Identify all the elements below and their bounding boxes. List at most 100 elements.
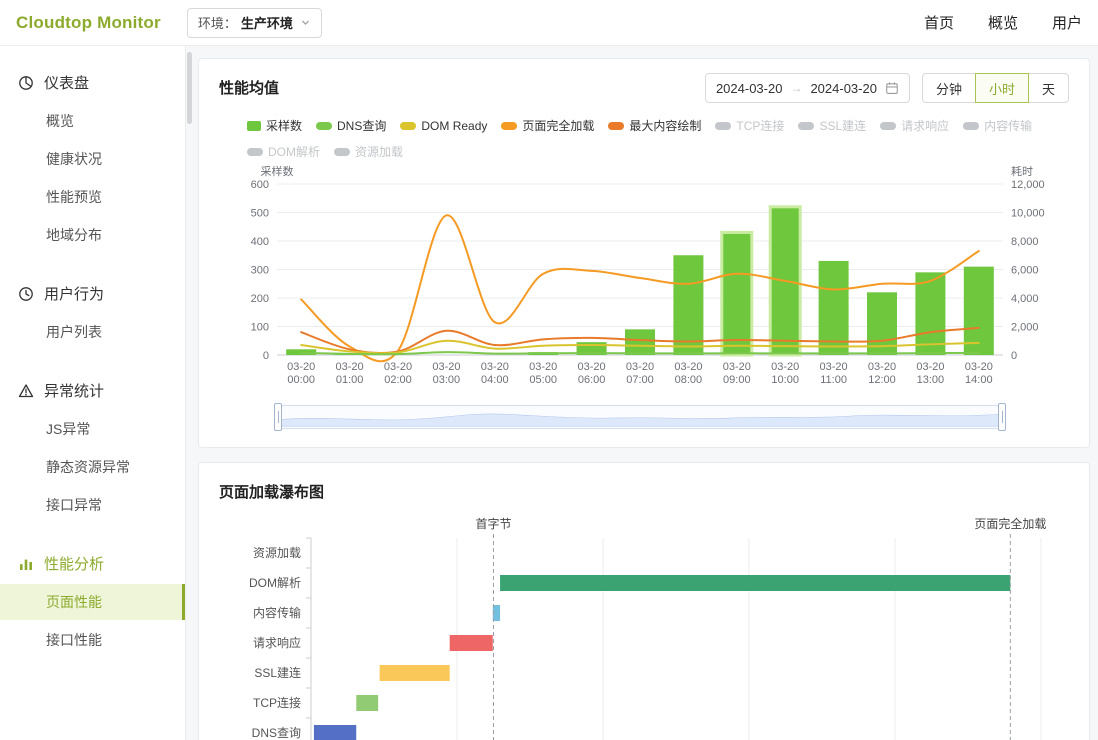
legend-label: SSL建连 bbox=[819, 117, 866, 134]
svg-text:03-2014:00: 03-2014:00 bbox=[965, 361, 993, 386]
sidebar-group-user-behavior[interactable]: 用户行为 bbox=[0, 275, 185, 312]
legend-label: TCP连接 bbox=[736, 117, 784, 134]
svg-text:TCP连接: TCP连接 bbox=[253, 695, 301, 710]
chart-datazoom-slider[interactable] bbox=[277, 405, 1003, 429]
legend-marker bbox=[880, 122, 896, 130]
svg-text:600: 600 bbox=[251, 179, 269, 191]
sidebar-item-page-performance[interactable]: 页面性能 bbox=[0, 584, 185, 620]
nav-home[interactable]: 首页 bbox=[924, 12, 954, 33]
sidebar-group-label: 异常统计 bbox=[44, 380, 104, 401]
legend-marker bbox=[963, 122, 979, 130]
app-logo: Cloudtop Monitor bbox=[16, 13, 161, 33]
legend-marker bbox=[715, 122, 731, 130]
legend-item-page-full-load[interactable]: 页面完全加载 bbox=[501, 117, 594, 134]
svg-text:03-2004:00: 03-2004:00 bbox=[481, 361, 509, 386]
datazoom-right-handle[interactable] bbox=[998, 403, 1006, 431]
sidebar-item-overview[interactable]: 概览 bbox=[0, 103, 185, 139]
environment-select[interactable]: 环境： 生产环境 bbox=[187, 8, 322, 38]
sidebar-group-perf-analysis[interactable]: 性能分析 bbox=[0, 545, 185, 582]
legend-label: 最大内容绘制 bbox=[629, 117, 701, 134]
svg-text:03-2003:00: 03-2003:00 bbox=[432, 361, 460, 386]
sidebar-group-label: 性能分析 bbox=[44, 553, 104, 574]
legend-item-sample-count[interactable]: 采样数 bbox=[247, 117, 302, 134]
performance-average-card: 性能均值 2024-03-20 → 2024-03-20 分钟 小时 天 bbox=[198, 58, 1090, 448]
svg-text:03-2012:00: 03-2012:00 bbox=[868, 361, 896, 386]
granularity-day-button[interactable]: 天 bbox=[1028, 73, 1069, 103]
svg-text:03-2013:00: 03-2013:00 bbox=[916, 361, 944, 386]
sidebar-group-error-stats[interactable]: 异常统计 bbox=[0, 372, 185, 409]
svg-text:资源加载: 资源加载 bbox=[253, 546, 301, 560]
sidebar-item-user-list[interactable]: 用户列表 bbox=[0, 314, 185, 350]
svg-text:03-2005:00: 03-2005:00 bbox=[529, 361, 557, 386]
svg-text:03-2008:00: 03-2008:00 bbox=[674, 361, 702, 386]
page-load-waterfall-chart: 资源加载DOM解析内容传输请求响应SSL建连TCP连接DNS查询首字节页面完全加… bbox=[219, 512, 1069, 740]
svg-text:2,000: 2,000 bbox=[1011, 322, 1039, 334]
scrollbar-thumb[interactable] bbox=[187, 52, 192, 124]
sidebar-item-api-errors[interactable]: 接口异常 bbox=[0, 487, 185, 523]
legend-marker bbox=[798, 122, 814, 130]
granularity-toggle: 分钟 小时 天 bbox=[922, 73, 1069, 103]
datazoom-area bbox=[278, 406, 1002, 428]
legend-marker bbox=[334, 148, 350, 156]
performance-combo-chart: 010020030040050060002,0004,0006,0008,000… bbox=[219, 166, 1069, 401]
svg-text:DNS查询: DNS查询 bbox=[252, 726, 301, 740]
chart-legend: 采样数 DNS查询 DOM Ready 页面完全加载 最大内容绘制 TCP连接 … bbox=[247, 117, 1067, 160]
sidebar: 仪表盘 概览 健康状况 性能预览 地域分布 用户行为 用户列表 异常统计 JS异… bbox=[0, 46, 186, 740]
legend-item-dom-parse[interactable]: DOM解析 bbox=[247, 143, 320, 160]
svg-text:首字节: 首字节 bbox=[475, 516, 511, 531]
svg-text:内容传输: 内容传输 bbox=[253, 605, 301, 620]
sidebar-item-static-resource-errors[interactable]: 静态资源异常 bbox=[0, 449, 185, 485]
legend-item-request-response[interactable]: 请求响应 bbox=[880, 117, 949, 134]
sidebar-group: 性能分析 页面性能 接口性能 bbox=[0, 545, 185, 658]
legend-item-lcp[interactable]: 最大内容绘制 bbox=[608, 117, 701, 134]
performance-card-title: 性能均值 bbox=[219, 73, 279, 98]
svg-text:300: 300 bbox=[251, 265, 269, 277]
page-load-waterfall-card: 页面加载瀑布图 资源加载DOM解析内容传输请求响应SSL建连TCP连接DNS查询… bbox=[198, 462, 1090, 740]
legend-item-dom-ready[interactable]: DOM Ready bbox=[400, 119, 487, 133]
nav-user[interactable]: 用户 bbox=[1052, 12, 1082, 33]
legend-marker bbox=[247, 148, 263, 156]
sidebar-group: 用户行为 用户列表 bbox=[0, 275, 185, 350]
legend-marker bbox=[501, 122, 517, 130]
sidebar-item-perf-preview[interactable]: 性能预览 bbox=[0, 179, 185, 215]
legend-label: 内容传输 bbox=[984, 117, 1032, 134]
svg-text:请求响应: 请求响应 bbox=[253, 635, 301, 650]
legend-marker bbox=[247, 121, 261, 131]
date-range-picker[interactable]: 2024-03-20 → 2024-03-20 bbox=[705, 73, 910, 103]
datazoom-left-handle[interactable] bbox=[274, 403, 282, 431]
legend-item-resource-load[interactable]: 资源加载 bbox=[334, 143, 403, 160]
legend-marker bbox=[316, 122, 332, 130]
legend-item-tcp-connect[interactable]: TCP连接 bbox=[715, 117, 784, 134]
clock-icon bbox=[18, 286, 34, 302]
svg-text:10,000: 10,000 bbox=[1011, 208, 1045, 220]
svg-text:400: 400 bbox=[251, 236, 269, 248]
legend-item-dns-query[interactable]: DNS查询 bbox=[316, 117, 386, 134]
svg-text:03-2010:00: 03-2010:00 bbox=[771, 361, 799, 386]
svg-text:6,000: 6,000 bbox=[1011, 265, 1039, 277]
sidebar-item-js-errors[interactable]: JS异常 bbox=[0, 411, 185, 447]
dashboard-icon bbox=[18, 75, 34, 91]
svg-text:03-2001:00: 03-2001:00 bbox=[336, 361, 364, 386]
sidebar-group-label: 用户行为 bbox=[44, 283, 104, 304]
calendar-icon bbox=[885, 81, 899, 95]
svg-text:100: 100 bbox=[251, 322, 269, 334]
granularity-hour-button[interactable]: 小时 bbox=[975, 73, 1029, 103]
svg-text:耗时: 耗时 bbox=[1011, 166, 1033, 178]
sidebar-item-health[interactable]: 健康状况 bbox=[0, 141, 185, 177]
legend-item-content-transfer[interactable]: 内容传输 bbox=[963, 117, 1032, 134]
granularity-minute-button[interactable]: 分钟 bbox=[922, 73, 976, 103]
sidebar-group: 仪表盘 概览 健康状况 性能预览 地域分布 bbox=[0, 64, 185, 253]
date-range-arrow-icon: → bbox=[790, 81, 802, 95]
legend-label: DOM Ready bbox=[421, 119, 487, 133]
environment-label: 环境： bbox=[198, 13, 237, 32]
legend-item-ssl-connect[interactable]: SSL建连 bbox=[798, 117, 866, 134]
svg-text:8,000: 8,000 bbox=[1011, 236, 1039, 248]
legend-label: 请求响应 bbox=[901, 117, 949, 134]
sidebar-item-geo-distribution[interactable]: 地域分布 bbox=[0, 217, 185, 253]
nav-overview[interactable]: 概览 bbox=[988, 12, 1018, 33]
sidebar-group-label: 仪表盘 bbox=[44, 72, 89, 93]
svg-text:03-2007:00: 03-2007:00 bbox=[626, 361, 654, 386]
bar-chart-icon bbox=[18, 556, 34, 572]
sidebar-group-dashboard[interactable]: 仪表盘 bbox=[0, 64, 185, 101]
sidebar-item-api-performance[interactable]: 接口性能 bbox=[0, 622, 185, 658]
